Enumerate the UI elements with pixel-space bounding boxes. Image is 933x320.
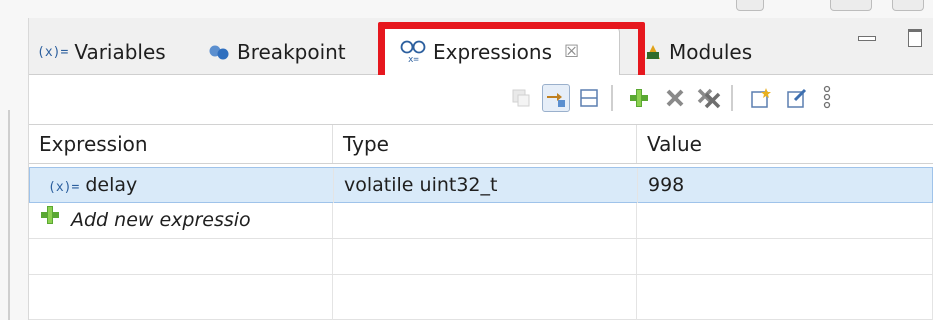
top-button-fragment xyxy=(736,0,764,11)
expressions-icon: x= xyxy=(399,40,427,64)
add-expression-icon[interactable] xyxy=(625,84,653,112)
close-icon[interactable]: ☒ xyxy=(564,42,579,62)
value-cell xyxy=(637,275,933,320)
expression-cell: (x)= delay xyxy=(30,168,334,203)
value-cell xyxy=(637,203,933,238)
type-cell xyxy=(333,239,637,274)
add-expression-label: Add new expressio xyxy=(71,209,251,231)
table-row[interactable]: (x)= delay volatile uint32_t 998 xyxy=(29,167,933,203)
minimize-view-icon[interactable] xyxy=(857,28,877,48)
type-cell: volatile uint32_t xyxy=(334,168,638,203)
view-menu-icon[interactable] xyxy=(813,84,841,112)
table-row xyxy=(29,239,933,275)
toolbar-separator xyxy=(731,85,733,111)
tab-label: Modules xyxy=(669,40,753,64)
expressions-table: Expression Type Value (x)= delay volatile… xyxy=(29,124,933,320)
svg-text:x=: x= xyxy=(408,55,419,64)
value-cell xyxy=(637,239,933,274)
tab-label: Breakpoint xyxy=(237,40,346,64)
top-window-edge xyxy=(0,0,933,19)
toolbar-separator xyxy=(611,85,613,111)
column-header-expression[interactable]: Expression xyxy=(29,125,333,163)
left-editor-gutter xyxy=(0,18,29,320)
remove-all-expressions-icon[interactable] xyxy=(695,84,723,112)
modules-icon xyxy=(643,42,663,62)
value-cell[interactable]: 998 xyxy=(638,168,933,203)
tab-modules[interactable]: Modules xyxy=(643,34,752,70)
expression-cell xyxy=(29,275,333,320)
scroll-rail xyxy=(8,110,10,320)
top-button-fragment xyxy=(830,0,872,11)
table-header: Expression Type Value xyxy=(29,124,933,164)
collapse-all-icon[interactable] xyxy=(542,84,570,112)
add-expression-row[interactable]: Add new expressio xyxy=(29,203,933,239)
tab-expressions[interactable]: x= Expressions ☒ xyxy=(380,26,620,76)
new-watch-icon[interactable] xyxy=(747,84,775,112)
tab-label: Variables xyxy=(74,40,166,64)
maximize-view-icon[interactable] xyxy=(905,28,925,48)
tab-breakpoints[interactable]: Breakpoint xyxy=(207,34,346,70)
show-logical-structure-icon[interactable] xyxy=(507,84,535,112)
top-button-fragment xyxy=(892,0,924,11)
tab-variables[interactable]: (x)= Variables xyxy=(37,34,166,70)
type-cell xyxy=(333,275,637,320)
remove-expression-icon[interactable] xyxy=(661,84,689,112)
expression-cell xyxy=(29,239,333,274)
edit-watch-icon[interactable] xyxy=(783,84,811,112)
type-cell xyxy=(333,203,637,238)
variable-icon: (x)= xyxy=(48,180,80,195)
table-row xyxy=(29,275,933,320)
layout-icon[interactable] xyxy=(575,84,603,112)
variables-icon: (x)= xyxy=(37,44,69,60)
column-header-type[interactable]: Type xyxy=(333,125,637,163)
view-tab-strip: (x)= Variables Breakpoint x= Expressions… xyxy=(29,18,933,76)
breakpoints-icon xyxy=(207,43,231,61)
view-toolbar xyxy=(29,75,933,124)
add-expression-cell: Add new expressio xyxy=(29,203,333,238)
expression-name: delay xyxy=(85,174,138,196)
column-header-value[interactable]: Value xyxy=(637,125,933,163)
tab-label: Expressions xyxy=(433,39,552,64)
plus-icon xyxy=(39,203,61,238)
